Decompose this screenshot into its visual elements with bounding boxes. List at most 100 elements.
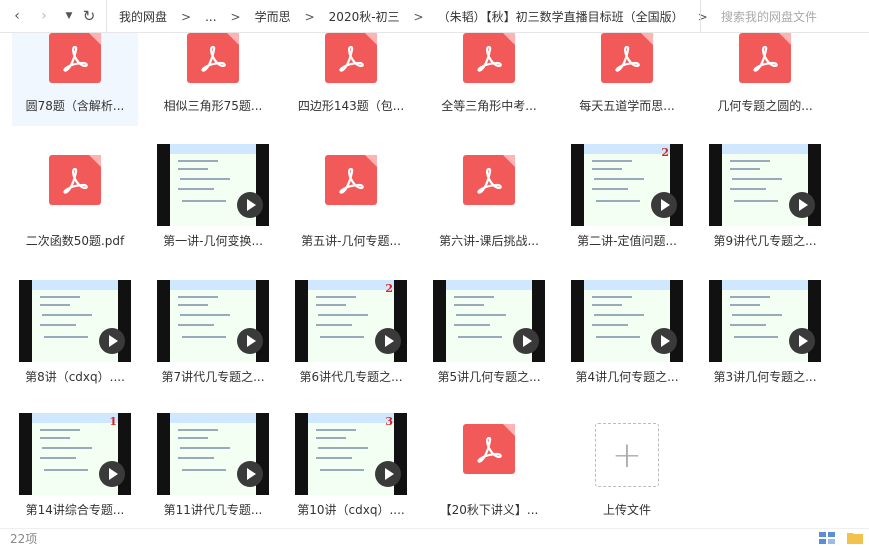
breadcrumb-separator-icon: > bbox=[230, 9, 241, 24]
file-item[interactable]: 第8讲（cdxq）.... bbox=[12, 278, 138, 384]
upload-tile[interactable]: + 上传文件 bbox=[564, 411, 690, 517]
play-icon[interactable] bbox=[789, 328, 815, 354]
breadcrumb-item[interactable]: ... bbox=[205, 10, 216, 24]
file-name: 第二讲-定值问题... bbox=[577, 234, 677, 248]
file-name: 第4讲几何专题之... bbox=[575, 370, 679, 384]
breadcrumb-separator-icon: > bbox=[181, 9, 192, 24]
history-dropdown-icon[interactable]: ▼ bbox=[58, 5, 80, 27]
plus-icon[interactable]: + bbox=[595, 423, 659, 487]
file-item[interactable]: 第4讲几何专题之... bbox=[564, 278, 690, 384]
file-item[interactable]: 几何专题之圆的... bbox=[702, 33, 828, 126]
file-item[interactable]: 第9讲代几专题之... bbox=[702, 142, 828, 248]
file-item[interactable]: 第3讲几何专题之... bbox=[702, 278, 828, 384]
forward-icon[interactable]: › bbox=[33, 5, 55, 27]
refresh-icon[interactable]: ↻ bbox=[78, 5, 100, 27]
play-icon[interactable] bbox=[651, 192, 677, 218]
file-name: 第3讲几何专题之... bbox=[713, 370, 817, 384]
file-name: 第11讲代几专题... bbox=[163, 503, 263, 517]
breadcrumb-separator-icon: > bbox=[413, 9, 424, 24]
video-thumbnail: 2 bbox=[295, 280, 407, 362]
page-number: 2 bbox=[385, 282, 393, 295]
upload-label: 上传文件 bbox=[602, 503, 651, 517]
breadcrumb-item[interactable]: 我的网盘 bbox=[119, 8, 167, 25]
file-name: 第6讲代几专题之... bbox=[299, 370, 403, 384]
video-thumbnail: 1 bbox=[19, 413, 131, 495]
play-icon[interactable] bbox=[789, 192, 815, 218]
back-icon[interactable]: ‹ bbox=[6, 5, 28, 27]
file-item[interactable]: 3 第10讲（cdxq）.... bbox=[288, 411, 414, 517]
pdf-file-icon bbox=[49, 155, 101, 205]
file-name: 相似三角形75题... bbox=[163, 99, 263, 113]
file-item[interactable]: 1 第14讲综合专题... bbox=[12, 411, 138, 517]
file-name: 全等三角形中考... bbox=[441, 99, 537, 113]
video-thumbnail bbox=[157, 144, 269, 226]
play-icon[interactable] bbox=[237, 328, 263, 354]
pdf-file-icon bbox=[187, 33, 239, 83]
file-item[interactable]: 2 第二讲-定值问题... bbox=[564, 142, 690, 248]
pdf-file-icon bbox=[739, 33, 791, 83]
play-icon[interactable] bbox=[375, 328, 401, 354]
file-item[interactable]: 第11讲代几专题... bbox=[150, 411, 276, 517]
file-name: 第10讲（cdxq）.... bbox=[297, 503, 405, 517]
file-name: 第五讲-几何专题... bbox=[301, 234, 401, 248]
file-item[interactable]: 第7讲代几专题之... bbox=[150, 278, 276, 384]
play-icon[interactable] bbox=[375, 461, 401, 487]
video-thumbnail bbox=[709, 144, 821, 226]
breadcrumb-item[interactable]: 学而思 bbox=[255, 8, 291, 25]
file-item[interactable]: 每天五道学而思... bbox=[564, 33, 690, 126]
file-item[interactable]: 2 第6讲代几专题之... bbox=[288, 278, 414, 384]
file-item[interactable]: 【20秋下讲义】... bbox=[426, 411, 552, 517]
status-bar: 22项 bbox=[0, 528, 869, 548]
file-name: 四边形143题（包... bbox=[297, 99, 405, 113]
pdf-file-icon bbox=[325, 155, 377, 205]
breadcrumb: 我的网盘 > ... > 学而思 > 2020秋-初三 > （朱韬）【秋】初三数… bbox=[106, 0, 722, 33]
file-name: 圆78题（含解析... bbox=[25, 99, 125, 113]
play-icon[interactable] bbox=[237, 192, 263, 218]
toolbar: ‹ › ▼ ↻ 我的网盘 > ... > 学而思 > 2020秋-初三 > （朱… bbox=[0, 0, 869, 33]
file-name: 每天五道学而思... bbox=[579, 99, 675, 113]
file-name: 【20秋下讲义】... bbox=[439, 503, 539, 517]
search-input[interactable]: 搜索我的网盘文件 bbox=[700, 0, 869, 33]
pdf-file-icon bbox=[601, 33, 653, 83]
file-name: 第8讲（cdxq）.... bbox=[25, 370, 125, 384]
pdf-file-icon bbox=[325, 33, 377, 83]
file-item[interactable]: 四边形143题（包... bbox=[288, 33, 414, 126]
play-icon[interactable] bbox=[99, 461, 125, 487]
video-thumbnail bbox=[709, 280, 821, 362]
file-name: 二次函数50题.pdf bbox=[25, 234, 125, 248]
item-count: 22项 bbox=[10, 532, 38, 546]
file-item[interactable]: 第五讲-几何专题... bbox=[288, 142, 414, 248]
play-icon[interactable] bbox=[99, 328, 125, 354]
breadcrumb-separator-icon: > bbox=[304, 9, 315, 24]
play-icon[interactable] bbox=[651, 328, 677, 354]
play-icon[interactable] bbox=[513, 328, 539, 354]
file-item[interactable]: 第5讲几何专题之... bbox=[426, 278, 552, 384]
page-number: 3 bbox=[385, 415, 393, 428]
breadcrumb-item[interactable]: （朱韬）【秋】初三数学直播目标班（全国版） bbox=[438, 8, 684, 25]
page-number: 1 bbox=[109, 415, 117, 428]
video-thumbnail bbox=[571, 280, 683, 362]
breadcrumb-item[interactable]: 2020秋-初三 bbox=[329, 8, 400, 25]
file-name: 第一讲-几何变换... bbox=[163, 234, 263, 248]
video-thumbnail: 3 bbox=[295, 413, 407, 495]
file-name: 几何专题之圆的... bbox=[717, 99, 813, 113]
file-item[interactable]: 全等三角形中考... bbox=[426, 33, 552, 126]
file-name: 第5讲几何专题之... bbox=[437, 370, 541, 384]
file-item[interactable]: 相似三角形75题... bbox=[150, 33, 276, 126]
file-item[interactable]: 第一讲-几何变换... bbox=[150, 142, 276, 248]
folder-icon[interactable] bbox=[847, 532, 863, 544]
list-view-icon[interactable] bbox=[819, 532, 835, 544]
video-thumbnail bbox=[433, 280, 545, 362]
file-item[interactable]: 圆78题（含解析... bbox=[12, 33, 138, 126]
file-grid: 圆78题（含解析... 相似三角形75题... 四边形143题（包... 全等三角形中… bbox=[0, 33, 869, 525]
file-item[interactable]: 第六讲-课后挑战... bbox=[426, 142, 552, 248]
play-icon[interactable] bbox=[237, 461, 263, 487]
file-name: 第14讲综合专题... bbox=[25, 503, 125, 517]
video-thumbnail bbox=[157, 413, 269, 495]
file-name: 第9讲代几专题之... bbox=[713, 234, 817, 248]
pdf-file-icon bbox=[463, 155, 515, 205]
file-item[interactable]: 二次函数50题.pdf bbox=[12, 142, 138, 248]
video-thumbnail bbox=[157, 280, 269, 362]
page-number: 2 bbox=[661, 146, 669, 159]
video-thumbnail bbox=[19, 280, 131, 362]
